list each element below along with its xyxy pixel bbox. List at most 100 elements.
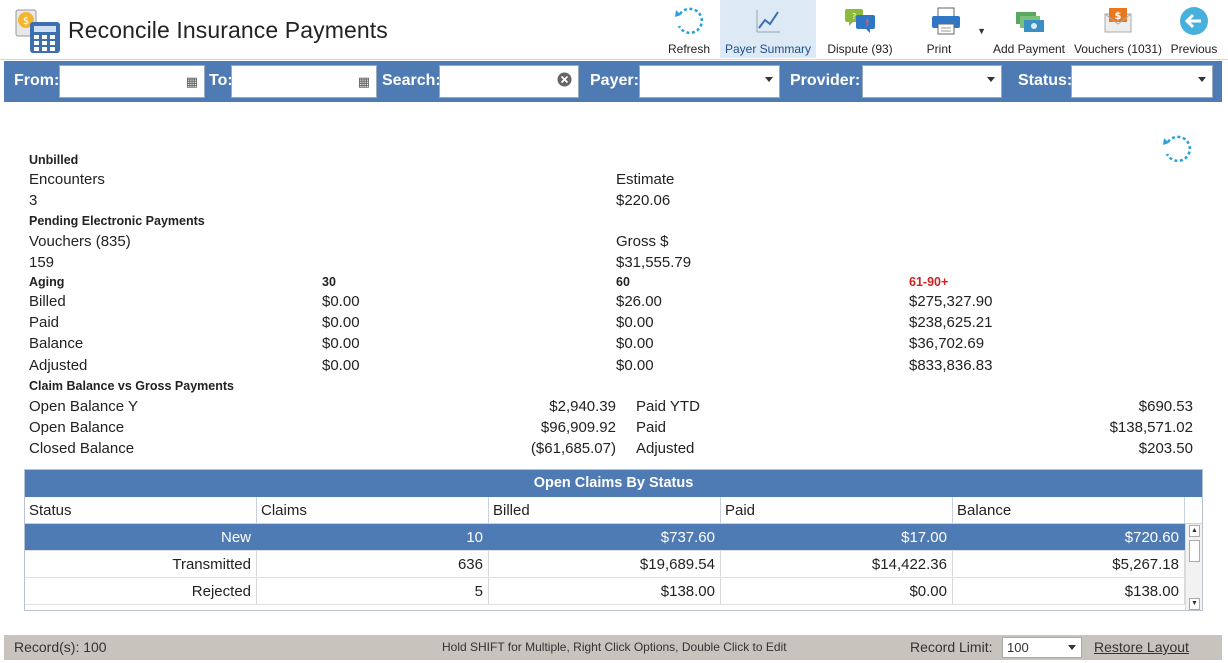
column-header-paid[interactable]: Paid — [721, 497, 953, 523]
refresh-icon[interactable] — [1160, 132, 1194, 166]
cell-balance: $5,267.18 — [953, 551, 1185, 577]
payment-value: $203.50 — [1138, 440, 1193, 457]
chevron-down-icon[interactable] — [1068, 645, 1076, 650]
aging-value: $36,702.69 — [909, 335, 985, 352]
payment-value: $690.53 — [1138, 398, 1193, 415]
aging-value: $0.00 — [616, 335, 654, 352]
refresh-icon — [671, 4, 707, 38]
scroll-down-icon[interactable]: ▼ — [1189, 598, 1200, 610]
record-count: Record(s): 100 — [14, 639, 107, 655]
printer-icon — [928, 4, 964, 38]
status-select[interactable] — [1071, 65, 1213, 98]
record-limit-select[interactable]: 100 — [1002, 637, 1082, 658]
balance-value: ($61,685.07) — [530, 440, 616, 457]
cell-paid: $0.00 — [721, 578, 953, 604]
balance-value: $2,940.39 — [549, 398, 616, 415]
payer-label: Payer: — [590, 72, 639, 89]
to-date-input[interactable]: ▦ — [231, 65, 377, 98]
previous-button[interactable]: Previous — [1166, 0, 1222, 58]
table-row[interactable]: New 10 $737.60 $17.00 $720.60 — [25, 524, 1202, 551]
provider-select[interactable] — [862, 65, 1002, 98]
vertical-scrollbar[interactable]: ▲ ▼ — [1185, 524, 1202, 610]
header-bar: $ Reconcile Insurance Payments Refresh P… — [0, 0, 1228, 60]
aging-value: $0.00 — [616, 357, 654, 374]
calendar-icon[interactable]: ▦ — [358, 74, 370, 90]
svg-text:!: ! — [865, 18, 870, 29]
chevron-down-icon[interactable] — [1198, 77, 1206, 82]
cell-status: Rejected — [25, 578, 257, 604]
table-row[interactable]: Rejected 5 $138.00 $0.00 $138.00 — [25, 578, 1202, 605]
cell-balance: $720.60 — [953, 524, 1185, 550]
balance-label: Closed Balance — [29, 440, 135, 457]
payer-select[interactable] — [639, 65, 780, 98]
envelope-money-icon: $ — [1100, 4, 1136, 38]
balance-value: $96,909.92 — [540, 419, 616, 436]
balance-label: Open Balance Y — [29, 398, 138, 415]
cell-paid: $17.00 — [721, 524, 953, 550]
column-header-balance[interactable]: Balance — [953, 497, 1185, 523]
cell-paid: $14,422.36 — [721, 551, 953, 577]
cell-billed: $737.60 — [489, 524, 721, 550]
aging-col-30: 30 — [322, 275, 336, 289]
payment-label: Paid YTD — [636, 398, 700, 415]
restore-layout-link[interactable]: Restore Layout — [1094, 639, 1189, 655]
aging-value: $238,625.21 — [909, 314, 993, 331]
aging-row-label: Paid — [29, 314, 60, 331]
filter-bar: From: ▦ To: ▦ Search: Payer: Provider: S… — [4, 61, 1222, 102]
chat-bubbles-icon: !? — [842, 4, 878, 38]
status-label: Status: — [1018, 72, 1073, 89]
payer-summary-button[interactable]: Payer Summary — [720, 0, 816, 58]
print-button[interactable]: Print ▼ — [904, 0, 988, 58]
aging-value: $0.00 — [322, 357, 360, 374]
estimate-value: $220.06 — [616, 192, 671, 209]
add-payment-icon — [1011, 4, 1047, 38]
cell-billed: $138.00 — [489, 578, 721, 604]
table-row[interactable]: Transmitted 636 $19,689.54 $14,422.36 $5… — [25, 551, 1202, 578]
aging-row-label: Adjusted — [29, 357, 88, 374]
table-title: Open Claims By Status — [25, 470, 1202, 497]
table-header: Status Claims Billed Paid Balance — [25, 497, 1202, 524]
encounters-value: 3 — [29, 192, 38, 209]
from-date-input[interactable]: ▦ — [59, 65, 205, 98]
payment-value: $138,571.02 — [1109, 419, 1193, 436]
open-claims-table: Open Claims By Status Status Claims Bill… — [24, 469, 1203, 611]
cell-billed: $19,689.54 — [489, 551, 721, 577]
refresh-button[interactable]: Refresh — [658, 0, 720, 58]
chevron-down-icon[interactable] — [987, 77, 995, 82]
cell-status: New — [25, 524, 257, 550]
column-header-status[interactable]: Status — [25, 497, 257, 523]
arrow-left-icon — [1176, 4, 1212, 38]
search-input[interactable] — [439, 65, 579, 98]
record-limit-label: Record Limit: — [910, 639, 993, 655]
chevron-down-icon[interactable]: ▼ — [977, 26, 986, 36]
chevron-down-icon[interactable] — [765, 77, 773, 82]
cell-status: Transmitted — [25, 551, 257, 577]
search-label: Search: — [382, 72, 441, 89]
scroll-up-icon[interactable]: ▲ — [1189, 525, 1200, 537]
column-header-billed[interactable]: Billed — [489, 497, 721, 523]
claim-balance-heading: Claim Balance vs Gross Payments — [29, 379, 234, 393]
gross-value: $31,555.79 — [616, 254, 692, 271]
vouchers-value: 159 — [29, 254, 55, 271]
calendar-icon[interactable]: ▦ — [186, 74, 198, 90]
aging-value: $275,327.90 — [909, 293, 993, 310]
cell-claims: 5 — [257, 578, 489, 604]
pending-heading: Pending Electronic Payments — [29, 214, 205, 228]
vouchers-label: Vouchers (835) — [29, 233, 131, 250]
line-chart-icon — [750, 4, 786, 38]
scrollbar-thumb[interactable] — [1189, 540, 1200, 562]
svg-text:?: ? — [852, 12, 856, 21]
clear-icon[interactable] — [557, 72, 572, 90]
provider-label: Provider: — [790, 72, 861, 89]
cell-claims: 10 — [257, 524, 489, 550]
record-limit-value: 100 — [1007, 640, 1029, 655]
add-payment-button[interactable]: Add Payment — [988, 0, 1070, 58]
dispute-button[interactable]: !? Dispute (93) — [816, 0, 904, 58]
payment-label: Paid — [636, 419, 667, 436]
cell-claims: 636 — [257, 551, 489, 577]
aging-value: $0.00 — [616, 314, 654, 331]
aging-value: $0.00 — [322, 293, 360, 310]
vouchers-button[interactable]: $ Vouchers (1031) — [1070, 0, 1166, 58]
column-header-claims[interactable]: Claims — [257, 497, 489, 523]
svg-text:$: $ — [23, 16, 29, 27]
